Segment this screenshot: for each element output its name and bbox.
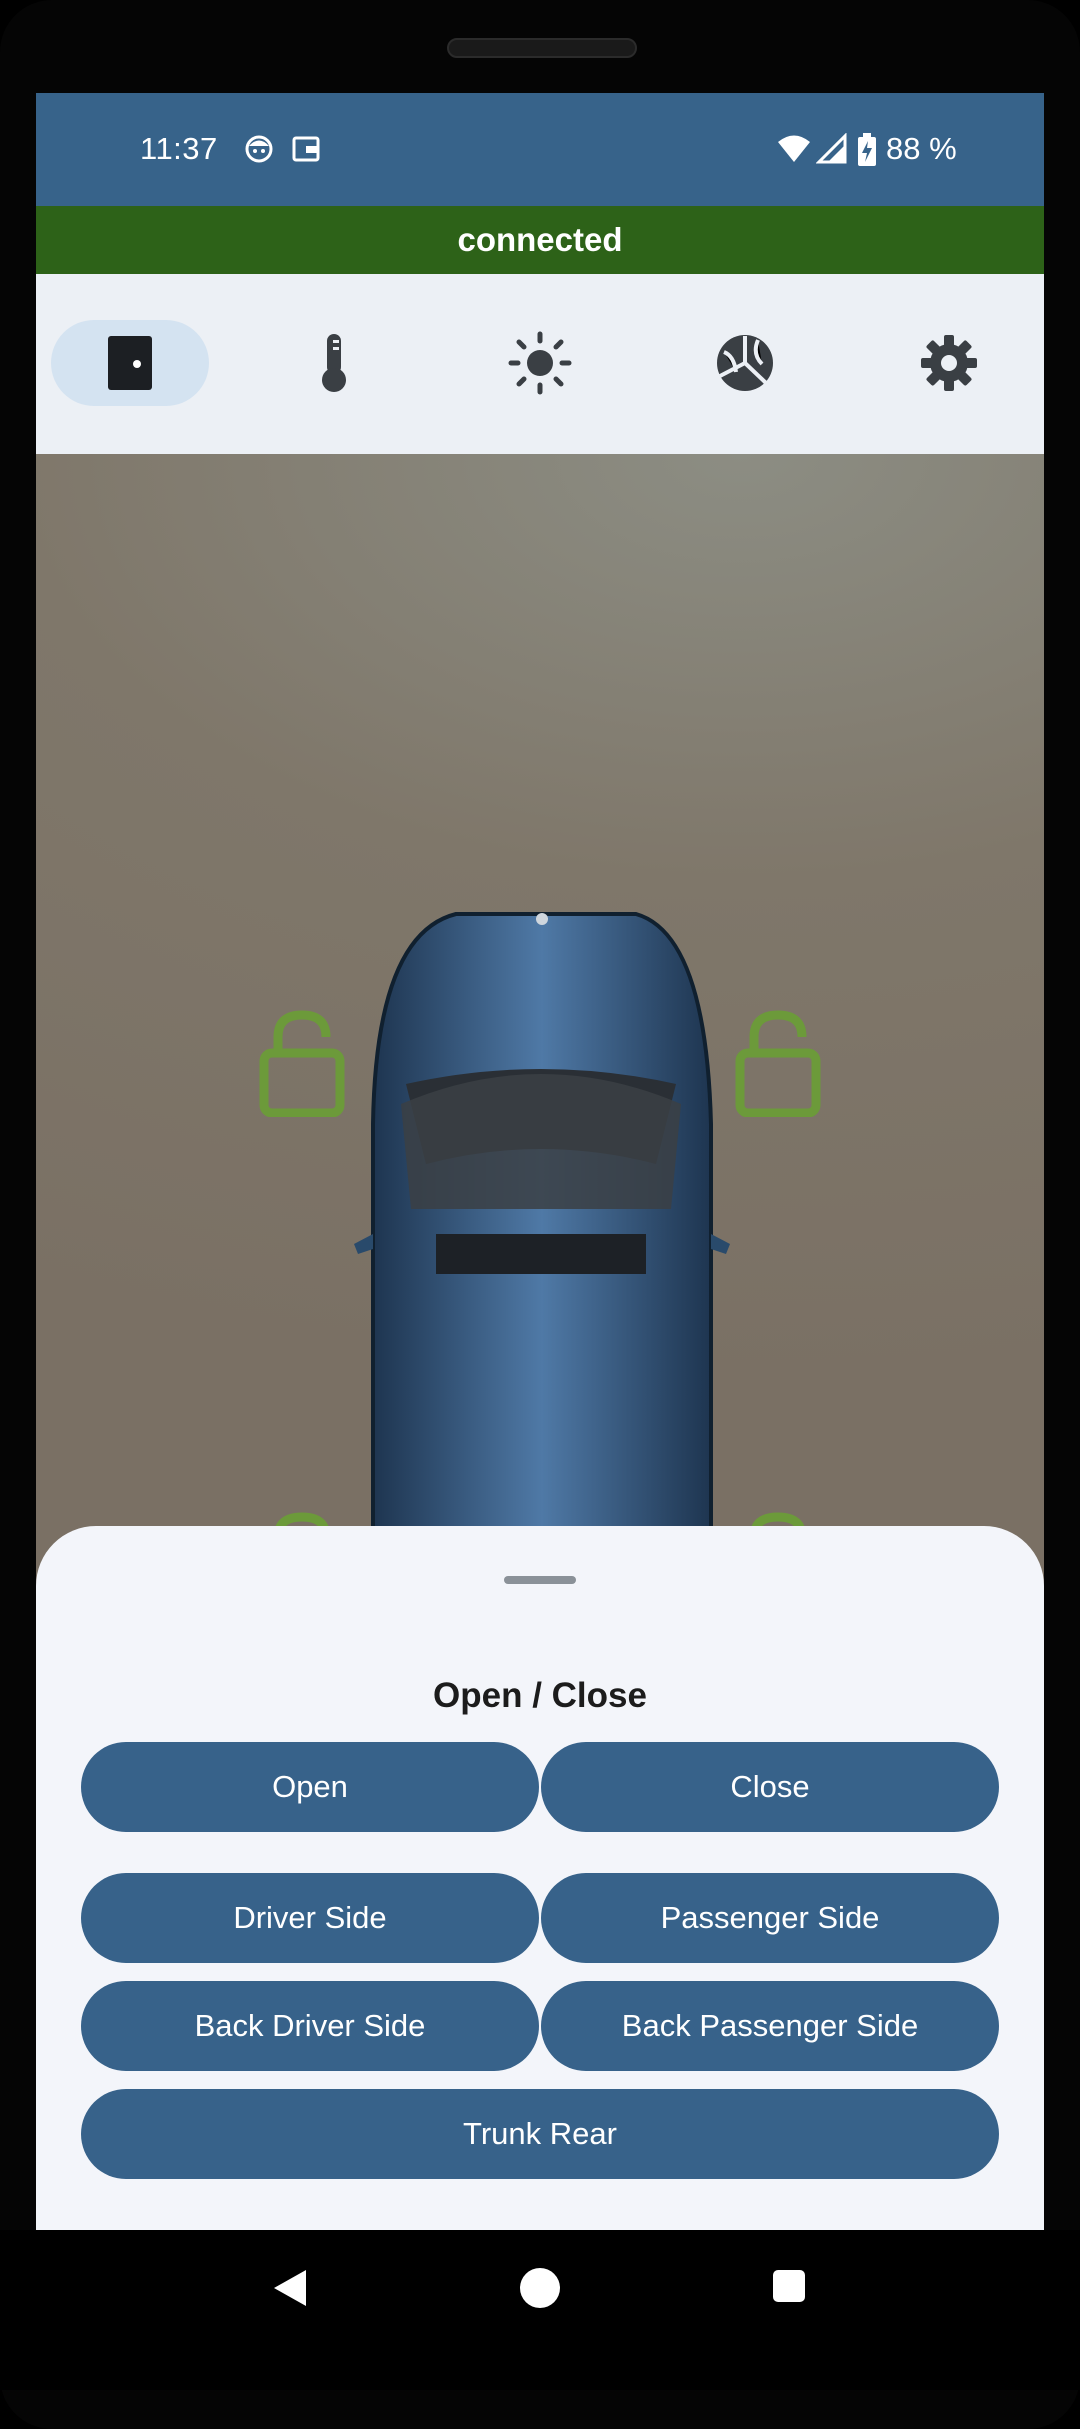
battery-charging-icon bbox=[858, 133, 876, 166]
lock-open-icon[interactable] bbox=[734, 1007, 822, 1117]
car-top-view bbox=[36, 454, 1044, 1636]
tab-lights[interactable] bbox=[461, 320, 619, 406]
app-screen: 11:37 88 % connected Open / Close Open C… bbox=[36, 93, 1044, 2230]
tab-doors[interactable] bbox=[51, 320, 209, 406]
driver-side-button[interactable]: Driver Side bbox=[81, 1873, 539, 1963]
door-icon bbox=[108, 336, 152, 390]
status-bar: 11:37 88 % bbox=[36, 93, 1044, 206]
tab-settings[interactable] bbox=[870, 320, 1028, 406]
device-frame: 11:37 88 % connected Open / Close Open C… bbox=[0, 0, 1080, 2429]
tab-temperature[interactable] bbox=[255, 320, 413, 406]
passenger-side-button[interactable]: Passenger Side bbox=[541, 1873, 999, 1963]
earpiece-speaker bbox=[447, 38, 637, 58]
back-passenger-side-button[interactable]: Back Passenger Side bbox=[541, 1981, 999, 2071]
sheet-drag-handle[interactable] bbox=[504, 1576, 576, 1584]
tab-wheels[interactable] bbox=[666, 320, 824, 406]
close-button[interactable]: Close bbox=[541, 1742, 999, 1832]
gear-icon bbox=[921, 335, 977, 391]
wheel-icon bbox=[717, 335, 773, 391]
back-icon[interactable] bbox=[272, 2268, 308, 2308]
trunk-rear-button[interactable]: Trunk Rear bbox=[81, 2089, 999, 2179]
home-icon[interactable] bbox=[518, 2266, 562, 2310]
face-icon bbox=[245, 135, 273, 163]
bottom-sheet: Open / Close Open Close Driver Side Pass… bbox=[36, 1526, 1044, 2230]
recents-icon[interactable] bbox=[771, 2268, 807, 2304]
wifi-icon bbox=[778, 135, 810, 162]
lock-open-icon[interactable] bbox=[258, 1007, 346, 1117]
connection-status-banner: connected bbox=[36, 206, 1044, 274]
wallet-icon bbox=[292, 136, 320, 162]
car-illustration bbox=[354, 912, 730, 1636]
sun-icon bbox=[508, 331, 572, 395]
tab-bar bbox=[36, 274, 1044, 454]
back-driver-side-button[interactable]: Back Driver Side bbox=[81, 1981, 539, 2071]
signal-icon bbox=[816, 133, 847, 164]
system-navigation-bar bbox=[0, 2230, 1080, 2390]
battery-percentage: 88 % bbox=[886, 131, 957, 166]
open-button[interactable]: Open bbox=[81, 1742, 539, 1832]
sheet-title: Open / Close bbox=[433, 1676, 647, 1715]
thermometer-icon bbox=[322, 334, 346, 392]
status-time: 11:37 bbox=[140, 131, 218, 166]
